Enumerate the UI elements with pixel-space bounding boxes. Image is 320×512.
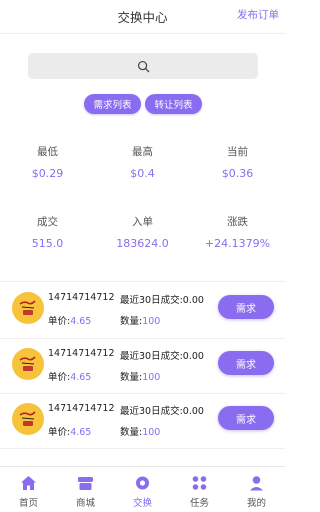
order-row: 14714714712 单价:4.65 最近30日成交:0.00 数量:100 … — [0, 283, 285, 338]
price-value: 4.65 — [70, 427, 92, 438]
order-row: 14714714712 单价:4.65 最近30日成交:0.00 数量:100 … — [0, 339, 285, 394]
stat-label: 涨跌 — [227, 216, 248, 228]
avatar — [12, 292, 44, 324]
tab-profile[interactable]: 我的 — [228, 467, 285, 512]
tab-label: 任务 — [189, 498, 209, 509]
stat-label: 最高 — [132, 146, 153, 158]
order-price: 单价:4.65 — [48, 313, 91, 327]
order-quantity: 数量:100 — [120, 424, 160, 438]
bottom-tab-bar: 首页 商城 交换 任务 我的 — [0, 466, 285, 512]
recent-label: 最近30日成交: — [120, 351, 183, 362]
tasks-icon — [190, 474, 209, 491]
order-quantity: 数量:100 — [120, 313, 160, 327]
search-input[interactable] — [28, 53, 258, 79]
tab-label: 我的 — [246, 498, 266, 509]
publish-order-link[interactable]: 发布订单 — [237, 7, 279, 22]
price-label: 单价: — [48, 372, 71, 383]
shop-icon — [76, 474, 95, 491]
tab-label: 商城 — [75, 498, 95, 509]
stat-current: 当前 $0.36 — [190, 144, 285, 180]
demand-button[interactable]: 需求 — [218, 295, 274, 319]
divider — [0, 281, 285, 282]
order-price: 单价:4.65 — [48, 424, 91, 438]
qty-label: 数量: — [120, 316, 143, 327]
top-bar: 交换中心 发布订单 — [0, 0, 285, 34]
price-label: 单价: — [48, 316, 71, 327]
qty-label: 数量: — [120, 427, 143, 438]
transfer-list-button[interactable]: 转让列表 — [145, 94, 202, 114]
order-price: 单价:4.65 — [48, 369, 91, 383]
brand-logo-icon — [19, 411, 36, 426]
qty-label: 数量: — [120, 372, 143, 383]
stat-value: +24.1379% — [204, 237, 271, 250]
order-recent: 最近30日成交:0.00 — [120, 403, 204, 417]
recent-label: 最近30日成交: — [120, 295, 183, 306]
tab-shop[interactable]: 商城 — [57, 467, 114, 512]
tab-home[interactable]: 首页 — [0, 467, 57, 512]
stat-value: $0.29 — [31, 167, 64, 180]
order-row: 14714714712 单价:4.65 最近30日成交:0.00 数量:100 … — [0, 394, 285, 449]
price-label: 单价: — [48, 427, 71, 438]
brand-logo-icon — [19, 356, 36, 371]
stat-change: 涨跌 +24.1379% — [190, 214, 285, 250]
stat-label: 入单 — [132, 216, 153, 228]
tab-tasks[interactable]: 任务 — [171, 467, 228, 512]
stat-high: 最高 $0.4 — [95, 144, 190, 180]
recent-value: 0.00 — [182, 351, 204, 362]
stat-value: 183624.0 — [116, 237, 169, 250]
order-phone: 14714714712 — [48, 403, 115, 414]
stat-value: 515.0 — [31, 237, 64, 250]
order-quantity: 数量:100 — [120, 369, 160, 383]
qty-value: 100 — [142, 427, 161, 438]
recent-label: 最近30日成交: — [120, 406, 183, 417]
profile-icon — [247, 474, 266, 491]
tab-label: 首页 — [18, 498, 38, 509]
tab-label: 交换 — [132, 498, 152, 509]
stat-label: 成交 — [37, 216, 58, 228]
recent-value: 0.00 — [182, 406, 204, 417]
order-recent: 最近30日成交:0.00 — [120, 292, 204, 306]
price-value: 4.65 — [70, 316, 92, 327]
qty-value: 100 — [142, 372, 161, 383]
stat-value: $0.36 — [221, 167, 254, 180]
avatar — [12, 403, 44, 435]
price-value: 4.65 — [70, 372, 92, 383]
stat-deal: 成交 515.0 — [0, 214, 95, 250]
search-icon — [137, 60, 149, 72]
stat-label: 最低 — [37, 146, 58, 158]
tab-exchange[interactable]: 交换 — [114, 467, 171, 512]
stat-entry: 入单 183624.0 — [95, 214, 190, 250]
brand-logo-icon — [19, 300, 36, 315]
exchange-icon — [133, 474, 152, 491]
avatar — [12, 348, 44, 380]
order-phone: 14714714712 — [48, 292, 115, 303]
stat-value: $0.4 — [130, 167, 155, 180]
qty-value: 100 — [142, 316, 161, 327]
order-phone: 14714714712 — [48, 348, 115, 359]
home-icon — [19, 474, 38, 491]
stat-low: 最低 $0.29 — [0, 144, 95, 180]
stat-label: 当前 — [227, 146, 248, 158]
divider — [0, 448, 285, 449]
demand-list-button[interactable]: 需求列表 — [84, 94, 141, 114]
recent-value: 0.00 — [182, 295, 204, 306]
demand-button[interactable]: 需求 — [218, 351, 274, 375]
order-recent: 最近30日成交:0.00 — [120, 348, 204, 362]
demand-button[interactable]: 需求 — [218, 406, 274, 430]
